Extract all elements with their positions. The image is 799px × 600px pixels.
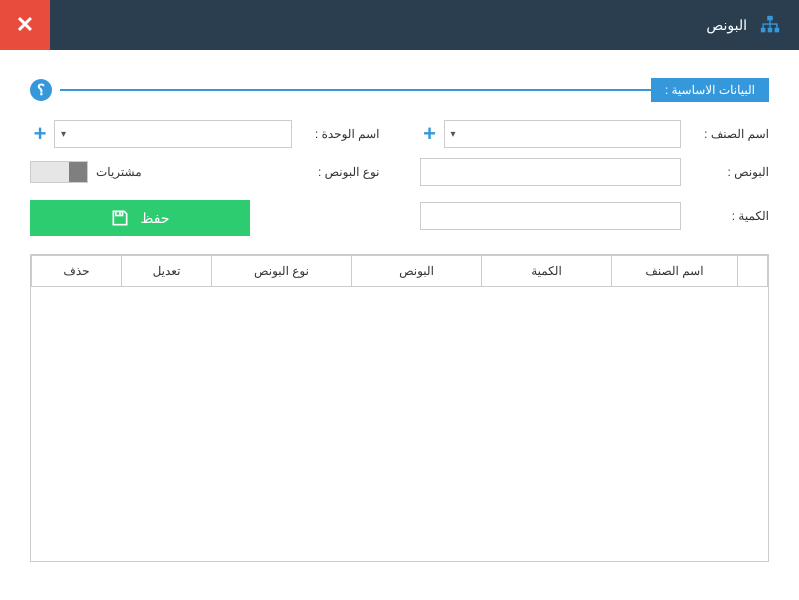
- purchases-toggle[interactable]: [30, 161, 88, 183]
- col-bonus-type[interactable]: نوع البونص: [212, 256, 352, 287]
- section-header: البيانات الاساسية : ؟: [30, 78, 769, 102]
- row-indicator-col: [738, 256, 768, 287]
- data-table-wrap: اسم الصنف الكمية البونص نوع البونص تعديل…: [30, 254, 769, 562]
- add-unit-button[interactable]: +: [30, 121, 50, 147]
- section-divider: [60, 89, 651, 91]
- save-row: حفظ: [30, 196, 380, 236]
- bonus-row: البونص :: [420, 158, 770, 186]
- close-button[interactable]: ✕: [0, 0, 50, 50]
- qty-row: الكمية :: [420, 196, 770, 236]
- close-icon: ✕: [16, 12, 34, 38]
- window-header: البونص ✕: [0, 0, 799, 50]
- col-bonus[interactable]: البونص: [352, 256, 482, 287]
- sitemap-icon: [759, 14, 781, 36]
- save-label: حفظ: [140, 210, 169, 227]
- bonus-label: البونص :: [689, 165, 769, 179]
- save-icon: [110, 208, 130, 228]
- table-header-row: اسم الصنف الكمية البونص نوع البونص تعديل…: [32, 256, 768, 287]
- unit-name-select[interactable]: [54, 120, 292, 148]
- data-table: اسم الصنف الكمية البونص نوع البونص تعديل…: [31, 255, 768, 557]
- table-empty-body: [32, 287, 768, 557]
- toggle-knob: [69, 162, 87, 182]
- form-grid: اسم الصنف : + اسم الوحدة : + البونص : نو…: [30, 120, 769, 236]
- col-qty[interactable]: الكمية: [482, 256, 612, 287]
- help-button[interactable]: ؟: [30, 79, 52, 101]
- bonus-input[interactable]: [420, 158, 682, 186]
- col-delete[interactable]: حذف: [32, 256, 122, 287]
- item-name-label: اسم الصنف :: [689, 127, 769, 141]
- section-label: البيانات الاساسية :: [651, 78, 769, 102]
- content-area: البيانات الاساسية : ؟ اسم الصنف : + اسم …: [0, 50, 799, 582]
- item-name-select[interactable]: [444, 120, 682, 148]
- col-edit[interactable]: تعديل: [122, 256, 212, 287]
- bonus-type-label: نوع البونص :: [300, 165, 380, 179]
- save-button[interactable]: حفظ: [30, 200, 250, 236]
- toggle-label: مشتريات: [96, 165, 142, 179]
- add-item-button[interactable]: +: [420, 121, 440, 147]
- bonus-type-row: نوع البونص : مشتريات: [30, 158, 380, 186]
- header-right: البونص: [706, 14, 781, 36]
- item-name-row: اسم الصنف : +: [420, 120, 770, 148]
- unit-name-row: اسم الوحدة : +: [30, 120, 380, 148]
- help-icon: ؟: [37, 81, 45, 99]
- qty-label: الكمية :: [689, 209, 769, 223]
- window-title: البونص: [706, 17, 747, 34]
- qty-input[interactable]: [420, 202, 682, 230]
- unit-name-label: اسم الوحدة :: [300, 127, 380, 141]
- col-item-name[interactable]: اسم الصنف: [612, 256, 738, 287]
